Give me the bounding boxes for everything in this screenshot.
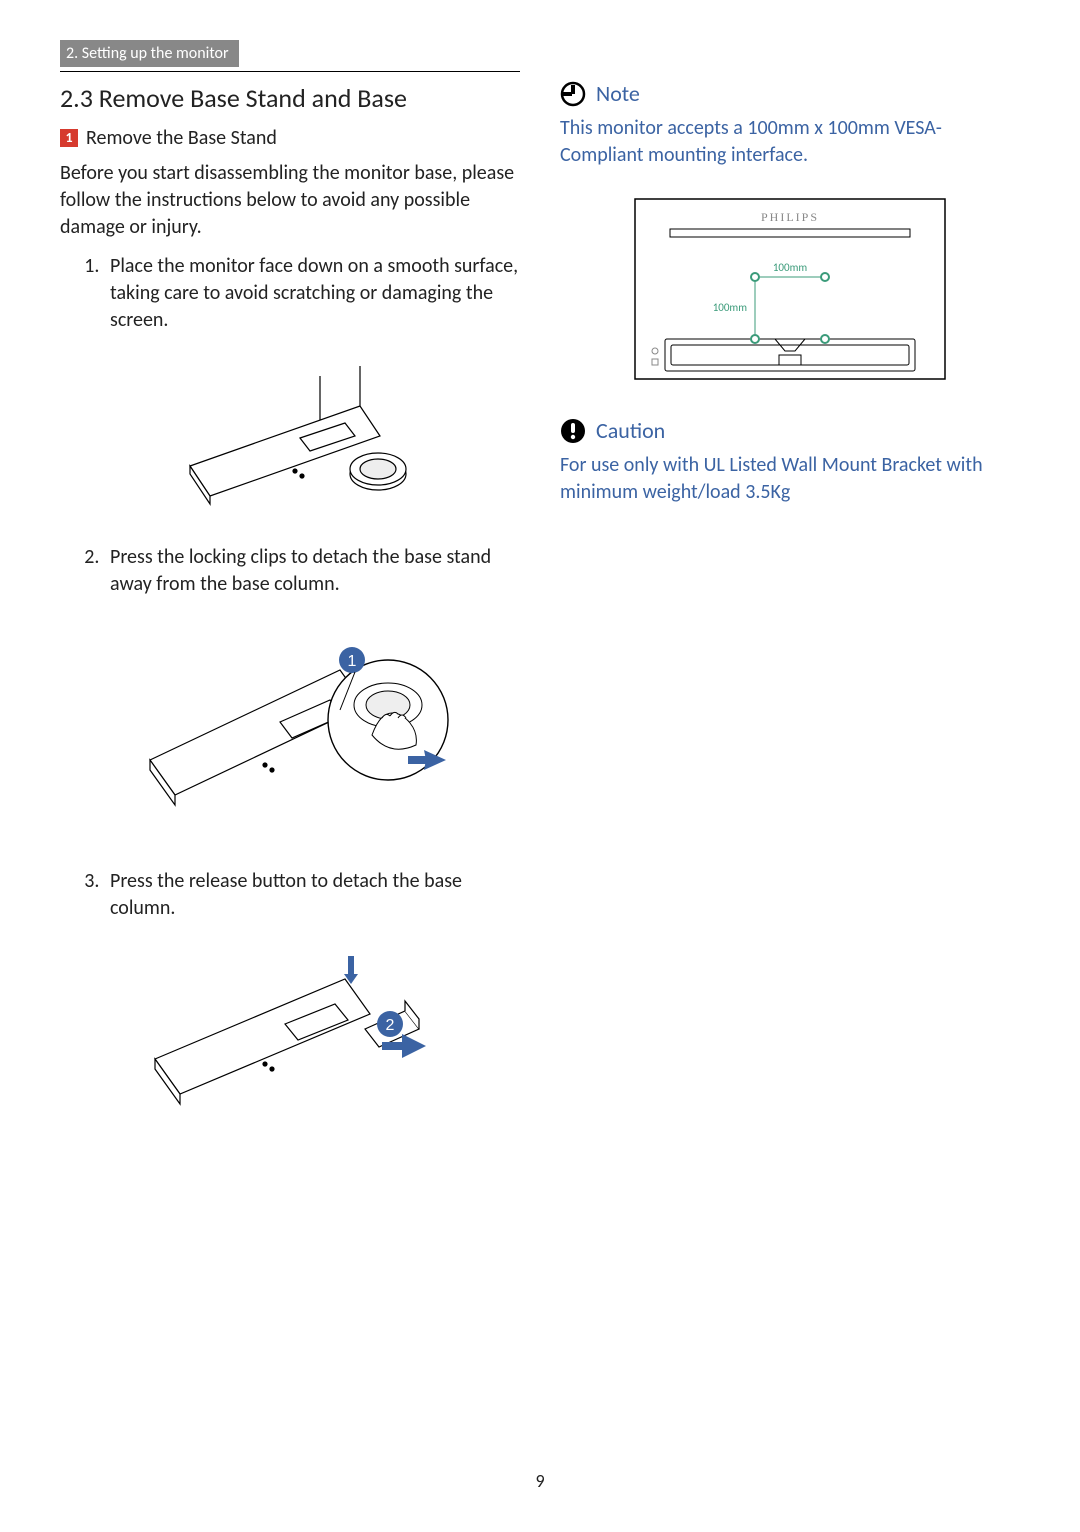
- chapter-header: 2. Setting up the monitor: [60, 40, 239, 67]
- vesa-vertical-dim: 100mm: [713, 301, 748, 314]
- section-title: 2.3 Remove Base Stand and Base: [60, 82, 520, 114]
- vesa-horizontal-dim: 100mm: [773, 261, 808, 274]
- caution-icon: [560, 418, 586, 444]
- step-box-icon: 1: [60, 129, 78, 147]
- subhead-text: Remove the Base Stand: [86, 126, 277, 150]
- brand-label: PHILIPS: [761, 210, 819, 224]
- caution-heading: Caution: [560, 417, 1020, 444]
- callout-two: 2: [386, 1017, 395, 1034]
- page-number: 9: [0, 1470, 1080, 1492]
- illustration-detach-base-stand: 1: [130, 610, 450, 840]
- caution-text: For use only with UL Listed Wall Mount B…: [560, 452, 1020, 506]
- subhead: 1 Remove the Base Stand: [60, 126, 520, 150]
- illustration-vesa-mount: PHILIPS 100mm 100mm: [625, 189, 955, 389]
- caution-label: Caution: [596, 417, 665, 444]
- note-icon: [560, 81, 586, 107]
- note-text: This monitor accepts a 100mm x 100mm VES…: [560, 115, 1020, 169]
- intro-paragraph: Before you start disassembling the monit…: [60, 160, 520, 241]
- step-2: Press the locking clips to detach the ba…: [104, 544, 520, 598]
- step-1: Place the monitor face down on a smooth …: [104, 253, 520, 334]
- step-3: Press the release button to detach the b…: [104, 868, 520, 922]
- section-rule: [60, 71, 520, 72]
- note-label: Note: [596, 80, 640, 107]
- note-heading: Note: [560, 80, 1020, 107]
- illustration-monitor-face-down: [160, 346, 420, 516]
- illustration-detach-base-column: 2: [130, 934, 450, 1114]
- callout-one: 1: [348, 653, 357, 670]
